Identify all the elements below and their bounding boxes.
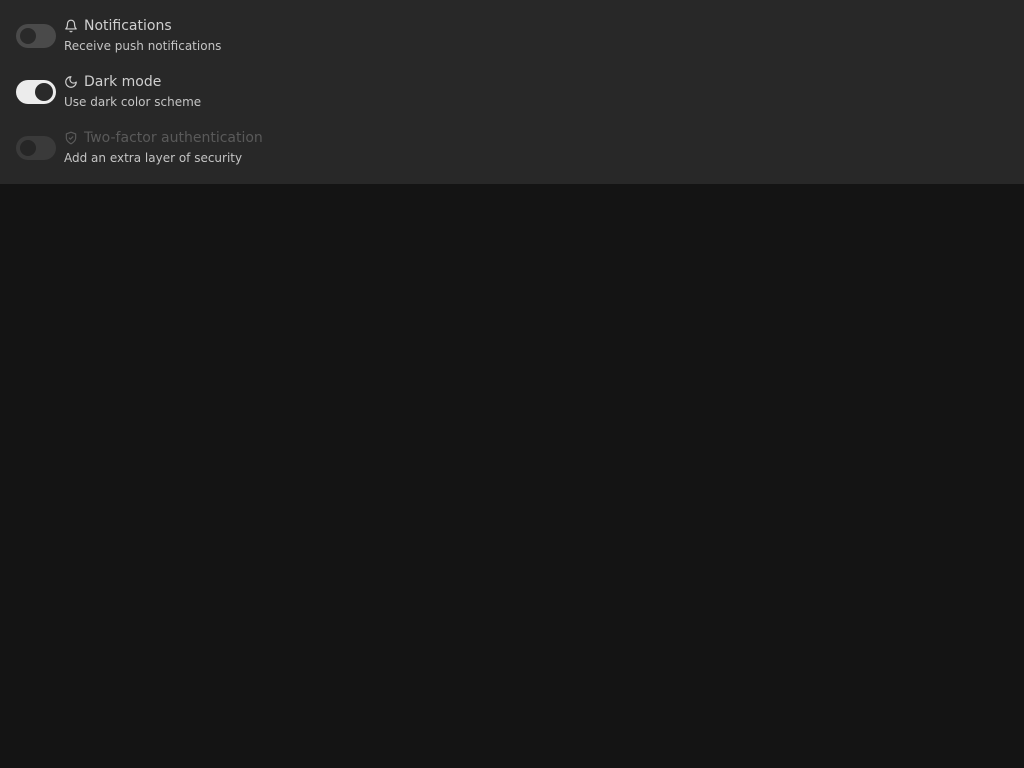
toggle-knob bbox=[20, 28, 36, 44]
setting-row-notifications: Notifications Receive push notifications bbox=[16, 12, 616, 56]
settings-panel: Notifications Receive push notifications… bbox=[0, 0, 1024, 184]
two-factor-toggle[interactable] bbox=[16, 136, 56, 160]
setting-title: Dark mode bbox=[84, 74, 162, 90]
setting-title-line: Two-factor authentication bbox=[64, 128, 263, 148]
dark-mode-toggle[interactable] bbox=[16, 80, 56, 104]
setting-description: Use dark color scheme bbox=[64, 95, 202, 109]
setting-title-line: Dark mode bbox=[64, 72, 161, 92]
toggle-knob bbox=[35, 83, 53, 101]
setting-title: Notifications bbox=[84, 18, 172, 34]
setting-row-two-factor: Two-factor authentication Add an extra l… bbox=[16, 124, 616, 168]
setting-title: Two-factor authentication bbox=[84, 130, 263, 146]
bell-icon bbox=[64, 19, 78, 33]
toggle-knob bbox=[20, 140, 36, 156]
setting-description: Receive push notifications bbox=[64, 39, 222, 53]
moon-icon bbox=[64, 75, 78, 89]
notifications-toggle[interactable] bbox=[16, 24, 56, 48]
shield-check-icon bbox=[64, 131, 78, 145]
setting-row-dark-mode: Dark mode Use dark color scheme bbox=[16, 68, 616, 112]
setting-description: Add an extra layer of security bbox=[64, 151, 243, 165]
setting-title-line: Notifications bbox=[64, 16, 172, 36]
